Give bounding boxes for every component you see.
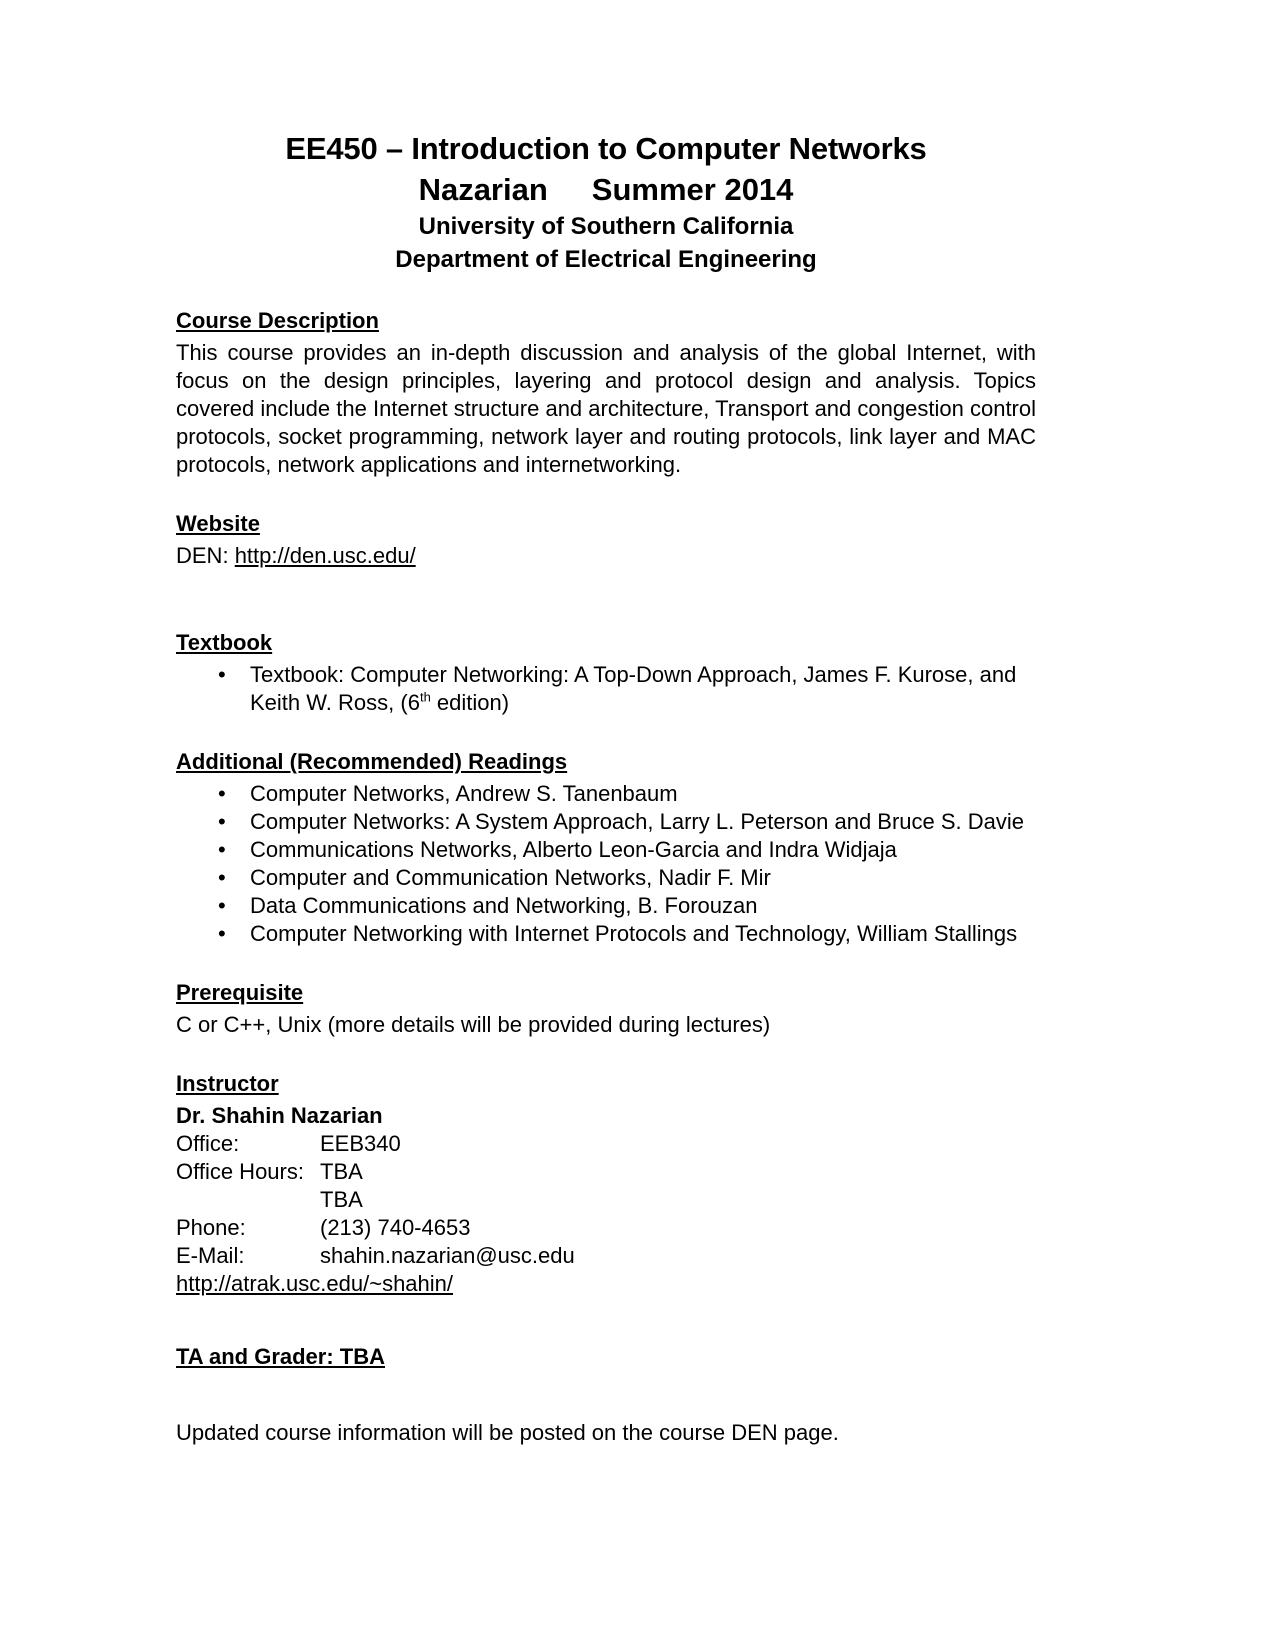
- course-description-heading-row: Course Description: [176, 306, 1036, 339]
- list-item: • Computer Networking with Internet Proto…: [176, 920, 1036, 948]
- reading-text: Communications Networks, Alberto Leon-Ga…: [250, 837, 897, 862]
- list-item: • Computer Networks: A System Approach, L…: [176, 808, 1036, 836]
- course-title: EE450 – Introduction to Computer Network…: [285, 131, 927, 166]
- homepage-row: http://atrak.usc.edu/~shahin/: [176, 1270, 1036, 1298]
- phone-label: Phone:: [176, 1215, 246, 1240]
- office-hours-value: TBA: [320, 1159, 363, 1184]
- document-content: EE450 – Introduction to Computer Network…: [176, 128, 1036, 1447]
- textbook-ordinal: th: [419, 689, 431, 705]
- instructor-homepage-link[interactable]: http://atrak.usc.edu/~shahin/: [176, 1271, 453, 1296]
- phone-value: (213) 740-4653: [320, 1215, 471, 1240]
- textbook-heading: Textbook: [176, 630, 273, 655]
- reading-text: Computer Networks, Andrew S. Tanenbaum: [250, 781, 678, 806]
- textbook-entry-part1: Textbook: Computer Networking: A Top-Dow…: [250, 662, 1017, 715]
- title-block: EE450 – Introduction to Computer Network…: [176, 128, 1036, 276]
- list-item: • Communications Networks, Alberto Leon-G…: [176, 836, 1036, 864]
- textbook-entry-part2: edition): [430, 690, 510, 715]
- bullet-icon: •: [218, 662, 226, 687]
- reading-text: Computer and Communication Networks, Nad…: [250, 865, 771, 890]
- list-item: • Computer Networks, Andrew S. Tanenbaum: [176, 780, 1036, 808]
- bullet-icon: •: [218, 893, 226, 918]
- email-value: shahin.nazarian@usc.edu: [320, 1243, 575, 1268]
- prerequisite-text: C or C++, Unix (more details will be pro…: [176, 1012, 771, 1037]
- office-hours-value-2: TBA: [320, 1187, 363, 1212]
- list-item: • Computer and Communication Networks, Na…: [176, 864, 1036, 892]
- document-page: EE450 – Introduction to Computer Network…: [0, 0, 1275, 1650]
- list-item: • Data Communications and Networking, B. …: [176, 892, 1036, 920]
- bullet-icon: •: [218, 865, 226, 890]
- phone-row: Phone: (213) 740-4653: [176, 1214, 1036, 1242]
- office-value: EEB340: [320, 1131, 401, 1156]
- section-additional-readings: Additional (Recommended) Readings • Compu…: [176, 747, 1036, 948]
- ta-grader-heading: TA and Grader: TBA: [176, 1344, 386, 1369]
- instructor-heading: Instructor: [176, 1071, 279, 1096]
- additional-readings-heading: Additional (Recommended) Readings: [176, 749, 568, 774]
- den-label: DEN:: [176, 543, 235, 568]
- prerequisite-heading: Prerequisite: [176, 980, 304, 1005]
- section-course-description: Course Description This course provides …: [176, 306, 1036, 479]
- bullet-icon: •: [218, 809, 226, 834]
- section-ta-grader: TA and Grader: TBA: [176, 1342, 1036, 1375]
- course-description-text: This course provides an in-depth discuss…: [176, 340, 1036, 477]
- list-item: • Textbook: Computer Networking: A Top-Do…: [176, 661, 1036, 717]
- email-row: E-Mail: shahin.nazarian@usc.edu: [176, 1242, 1036, 1270]
- instructor-name: Dr. Shahin Nazarian: [176, 1103, 383, 1128]
- bullet-icon: •: [218, 781, 226, 806]
- textbook-heading-row: Textbook: [176, 628, 1036, 661]
- readings-heading-row: Additional (Recommended) Readings: [176, 747, 1036, 780]
- term-label: Summer 2014: [591, 172, 794, 207]
- website-heading-row: Website: [176, 509, 1036, 542]
- den-url-link[interactable]: http://den.usc.edu/: [235, 543, 416, 568]
- office-row: Office: EEB340: [176, 1130, 1036, 1158]
- bullet-icon: •: [218, 921, 226, 946]
- instructor-term-line: Nazarian Summer 2014: [176, 169, 1036, 210]
- university-name: University of Southern California: [418, 213, 794, 240]
- footer-note: Updated course information will be poste…: [176, 1420, 839, 1445]
- reading-text: Data Communications and Networking, B. F…: [250, 893, 758, 918]
- instructor-info-block: Dr. Shahin Nazarian Office: EEB340 Offic…: [176, 1102, 1036, 1298]
- textbook-list: • Textbook: Computer Networking: A Top-Do…: [176, 661, 1036, 717]
- office-hours-row: Office Hours: TBA: [176, 1158, 1036, 1186]
- website-heading: Website: [176, 511, 260, 536]
- ta-heading-row: TA and Grader: TBA: [176, 1342, 1036, 1375]
- office-hours-label: Office Hours:: [176, 1159, 304, 1184]
- prerequisite-heading-row: Prerequisite: [176, 978, 1036, 1011]
- email-label: E-Mail:: [176, 1243, 245, 1268]
- instructor-name-title: Nazarian: [418, 172, 548, 207]
- section-instructor: Instructor Dr. Shahin Nazarian Office: E…: [176, 1069, 1036, 1298]
- section-prerequisite: Prerequisite C or C++, Unix (more detail…: [176, 978, 1036, 1039]
- office-hours-label-empty: [176, 1186, 320, 1214]
- bullet-icon: •: [218, 837, 226, 862]
- office-label: Office:: [176, 1131, 240, 1156]
- reading-text: Computer Networks: A System Approach, La…: [250, 809, 1025, 834]
- website-line: DEN: http://den.usc.edu/: [176, 542, 1036, 570]
- readings-list: • Computer Networks, Andrew S. Tanenbaum …: [176, 780, 1036, 948]
- section-website: Website DEN: http://den.usc.edu/: [176, 509, 1036, 570]
- reading-text: Computer Networking with Internet Protoc…: [250, 921, 1018, 946]
- office-hours-row-second: TBA: [176, 1186, 1036, 1214]
- section-textbook: Textbook • Textbook: Computer Networking:…: [176, 628, 1036, 717]
- department-name: Department of Electrical Engineering: [395, 246, 817, 273]
- instructor-heading-row: Instructor: [176, 1069, 1036, 1102]
- course-description-heading: Course Description: [176, 308, 379, 333]
